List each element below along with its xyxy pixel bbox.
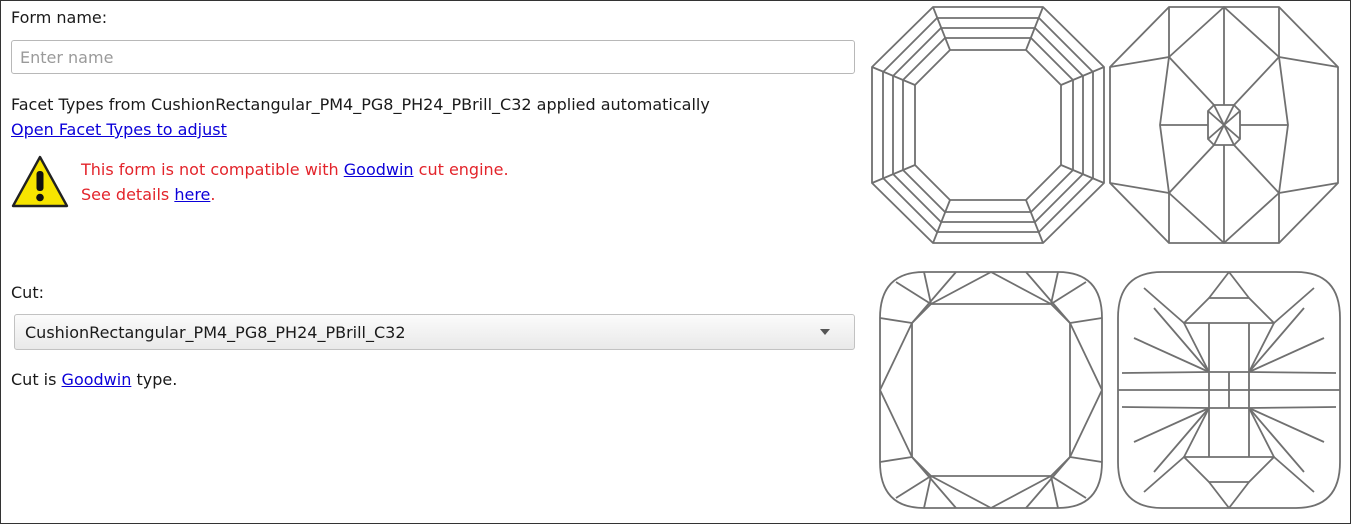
cut-type-suffix: type. bbox=[131, 370, 178, 389]
form-name-label: Form name: bbox=[11, 8, 108, 27]
warning-icon bbox=[11, 155, 69, 208]
cut-label: Cut: bbox=[11, 283, 44, 302]
details-text: See details bbox=[81, 185, 175, 204]
open-facet-types-link[interactable]: Open Facet Types to adjust bbox=[11, 120, 227, 139]
form-name-input[interactable] bbox=[11, 40, 855, 74]
cushion-crown-diagram bbox=[876, 268, 1106, 512]
octagon-crown-diagram bbox=[870, 5, 1106, 245]
cut-selected-value: CushionRectangular_PM4_PG8_PH24_PBrill_C… bbox=[25, 322, 406, 342]
cushion-pavilion-diagram bbox=[1114, 268, 1344, 512]
goodwin-link[interactable]: Goodwin bbox=[344, 160, 414, 179]
facet-types-info: Facet Types from CushionRectangular_PM4_… bbox=[11, 95, 710, 114]
octagon-pavilion-diagram bbox=[1108, 5, 1340, 245]
warning-details: See details here. bbox=[81, 185, 215, 204]
incompatibility-warning: This form is not compatible with Goodwin… bbox=[81, 160, 509, 179]
cut-type-prefix: Cut is bbox=[11, 370, 62, 389]
cut-type-goodwin-link[interactable]: Goodwin bbox=[62, 370, 132, 389]
cut-type-text: Cut is Goodwin type. bbox=[11, 370, 177, 389]
chevron-down-icon bbox=[820, 329, 830, 335]
details-here-link[interactable]: here bbox=[174, 185, 210, 204]
warning-text-suffix: cut engine. bbox=[413, 160, 509, 179]
cut-dropdown[interactable]: CushionRectangular_PM4_PG8_PH24_PBrill_C… bbox=[14, 314, 855, 350]
details-text-suffix: . bbox=[210, 185, 216, 204]
warning-text: This form is not compatible with bbox=[81, 160, 344, 179]
